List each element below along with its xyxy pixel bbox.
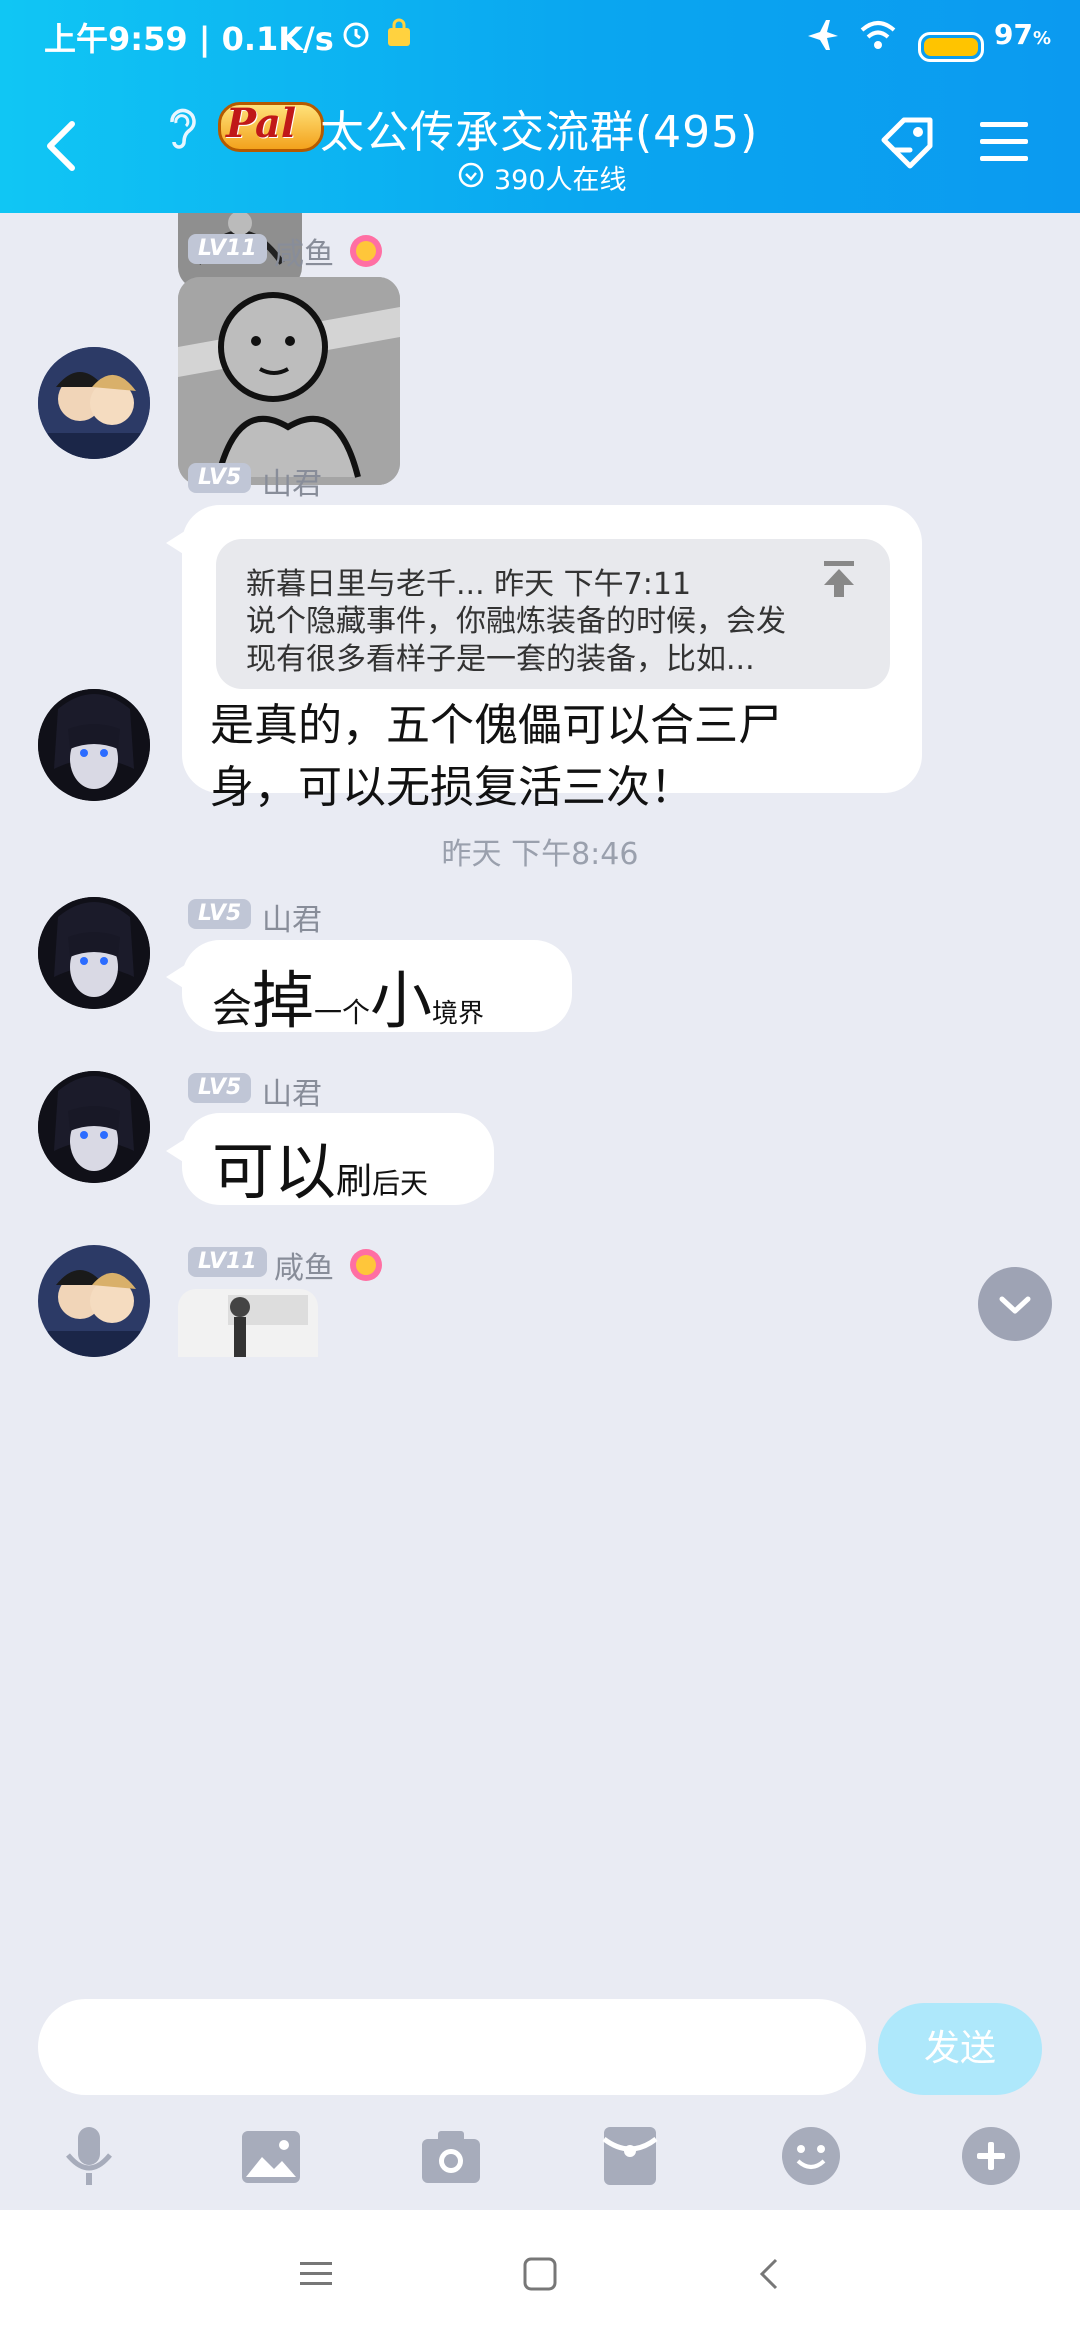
level-badge: LV5 xyxy=(188,463,252,493)
battery-percent: 97% xyxy=(994,18,1052,51)
message-bubble[interactable]: 可以刷后天 xyxy=(182,1113,494,1208)
message-text: 会掉一个小境界 xyxy=(212,964,485,1037)
nav-back-icon[interactable] xyxy=(756,2256,784,2292)
home-icon[interactable] xyxy=(522,2256,558,2292)
chevron-down-icon xyxy=(999,1296,1031,1314)
image-icon[interactable] xyxy=(240,2129,302,2185)
quote-header: 新暮日里与老千... 昨天 下午7:11 xyxy=(246,567,692,602)
group-app-icon[interactable] xyxy=(874,110,940,176)
message-text: 可以刷后天 xyxy=(212,1135,429,1208)
message-bubble[interactable]: 会掉一个小境界 xyxy=(182,940,572,1037)
level-badge: LV11 xyxy=(188,1247,267,1277)
quoted-message[interactable]: 新暮日里与老千... 昨天 下午7:11 说个隐藏事件，你融炼装备的时候，会发 … xyxy=(216,539,890,689)
chat-timestamp: 昨天 下午8:46 xyxy=(441,837,639,872)
sticker-image[interactable] xyxy=(178,277,400,485)
airplane-icon xyxy=(808,20,838,50)
menu-icon[interactable] xyxy=(978,118,1030,166)
emoji-icon[interactable] xyxy=(780,2125,842,2187)
plus-icon[interactable] xyxy=(960,2125,1022,2187)
sender-name[interactable]: 山君 xyxy=(262,459,322,503)
input-bar: 发送 xyxy=(0,1977,1080,2210)
group-logo: Pal xyxy=(218,92,324,154)
status-time-speed: 上午9:59 | 0.1K/s xyxy=(44,20,334,58)
send-button[interactable]: 发送 xyxy=(878,2003,1042,2095)
back-button[interactable] xyxy=(40,118,80,174)
avatar[interactable] xyxy=(38,689,150,801)
avatar[interactable] xyxy=(38,897,150,1009)
quote-body: 说个隐藏事件，你融炼装备的时候，会发 现有很多看样子是一套的装备，比如... xyxy=(246,604,786,677)
microphone-icon[interactable] xyxy=(60,2125,118,2189)
wifi-icon xyxy=(860,21,896,49)
jump-to-top-icon[interactable] xyxy=(820,559,858,599)
level-badge: LV5 xyxy=(188,899,252,929)
scroll-to-bottom-button[interactable] xyxy=(978,1267,1052,1341)
avatar[interactable] xyxy=(38,347,150,459)
sticker-image[interactable] xyxy=(178,1289,318,1357)
shopping-bag-icon xyxy=(388,18,410,46)
battery-icon xyxy=(918,32,984,62)
camera-icon[interactable] xyxy=(420,2129,482,2185)
online-count: 390人在线 xyxy=(494,165,627,196)
sender-name[interactable]: 山君 xyxy=(262,895,322,939)
message-bubble[interactable]: 新暮日里与老千... 昨天 下午7:11 说个隐藏事件，你融炼装备的时候，会发 … xyxy=(182,505,922,813)
avatar[interactable] xyxy=(38,1071,150,1183)
avatar[interactable] xyxy=(38,1245,150,1357)
sender-name[interactable]: 山君 xyxy=(262,1069,322,1113)
message-input[interactable] xyxy=(38,1999,866,2095)
ear-mode-icon[interactable] xyxy=(164,104,198,150)
level-badge: LV5 xyxy=(188,1073,252,1103)
system-nav-bar xyxy=(0,2210,1080,2340)
online-check-icon xyxy=(458,162,484,188)
chat-header: 上午9:59 | 0.1K/s 97% Pal 太公传承交流群(495) 390… xyxy=(0,0,1080,213)
red-packet-icon[interactable] xyxy=(602,2125,658,2187)
sender-name[interactable]: 咸鱼 xyxy=(274,1243,334,1287)
chat-area[interactable]: LV11 咸鱼 LV5 山君 新暮日里与老千... 昨天 下午7:11 说个隐藏… xyxy=(0,213,1080,1977)
alarm-icon xyxy=(343,22,369,48)
sender-name[interactable]: 咸鱼 xyxy=(274,229,334,273)
message-text: 是真的，五个傀儡可以合三尸 身，可以无损复活三次！ xyxy=(210,700,782,813)
recent-apps-icon[interactable] xyxy=(298,2258,334,2290)
level-badge: LV11 xyxy=(188,234,267,264)
flower-badge-icon xyxy=(350,1249,382,1281)
flower-badge-icon xyxy=(350,235,382,267)
group-title[interactable]: 太公传承交流群(495) xyxy=(320,96,758,160)
